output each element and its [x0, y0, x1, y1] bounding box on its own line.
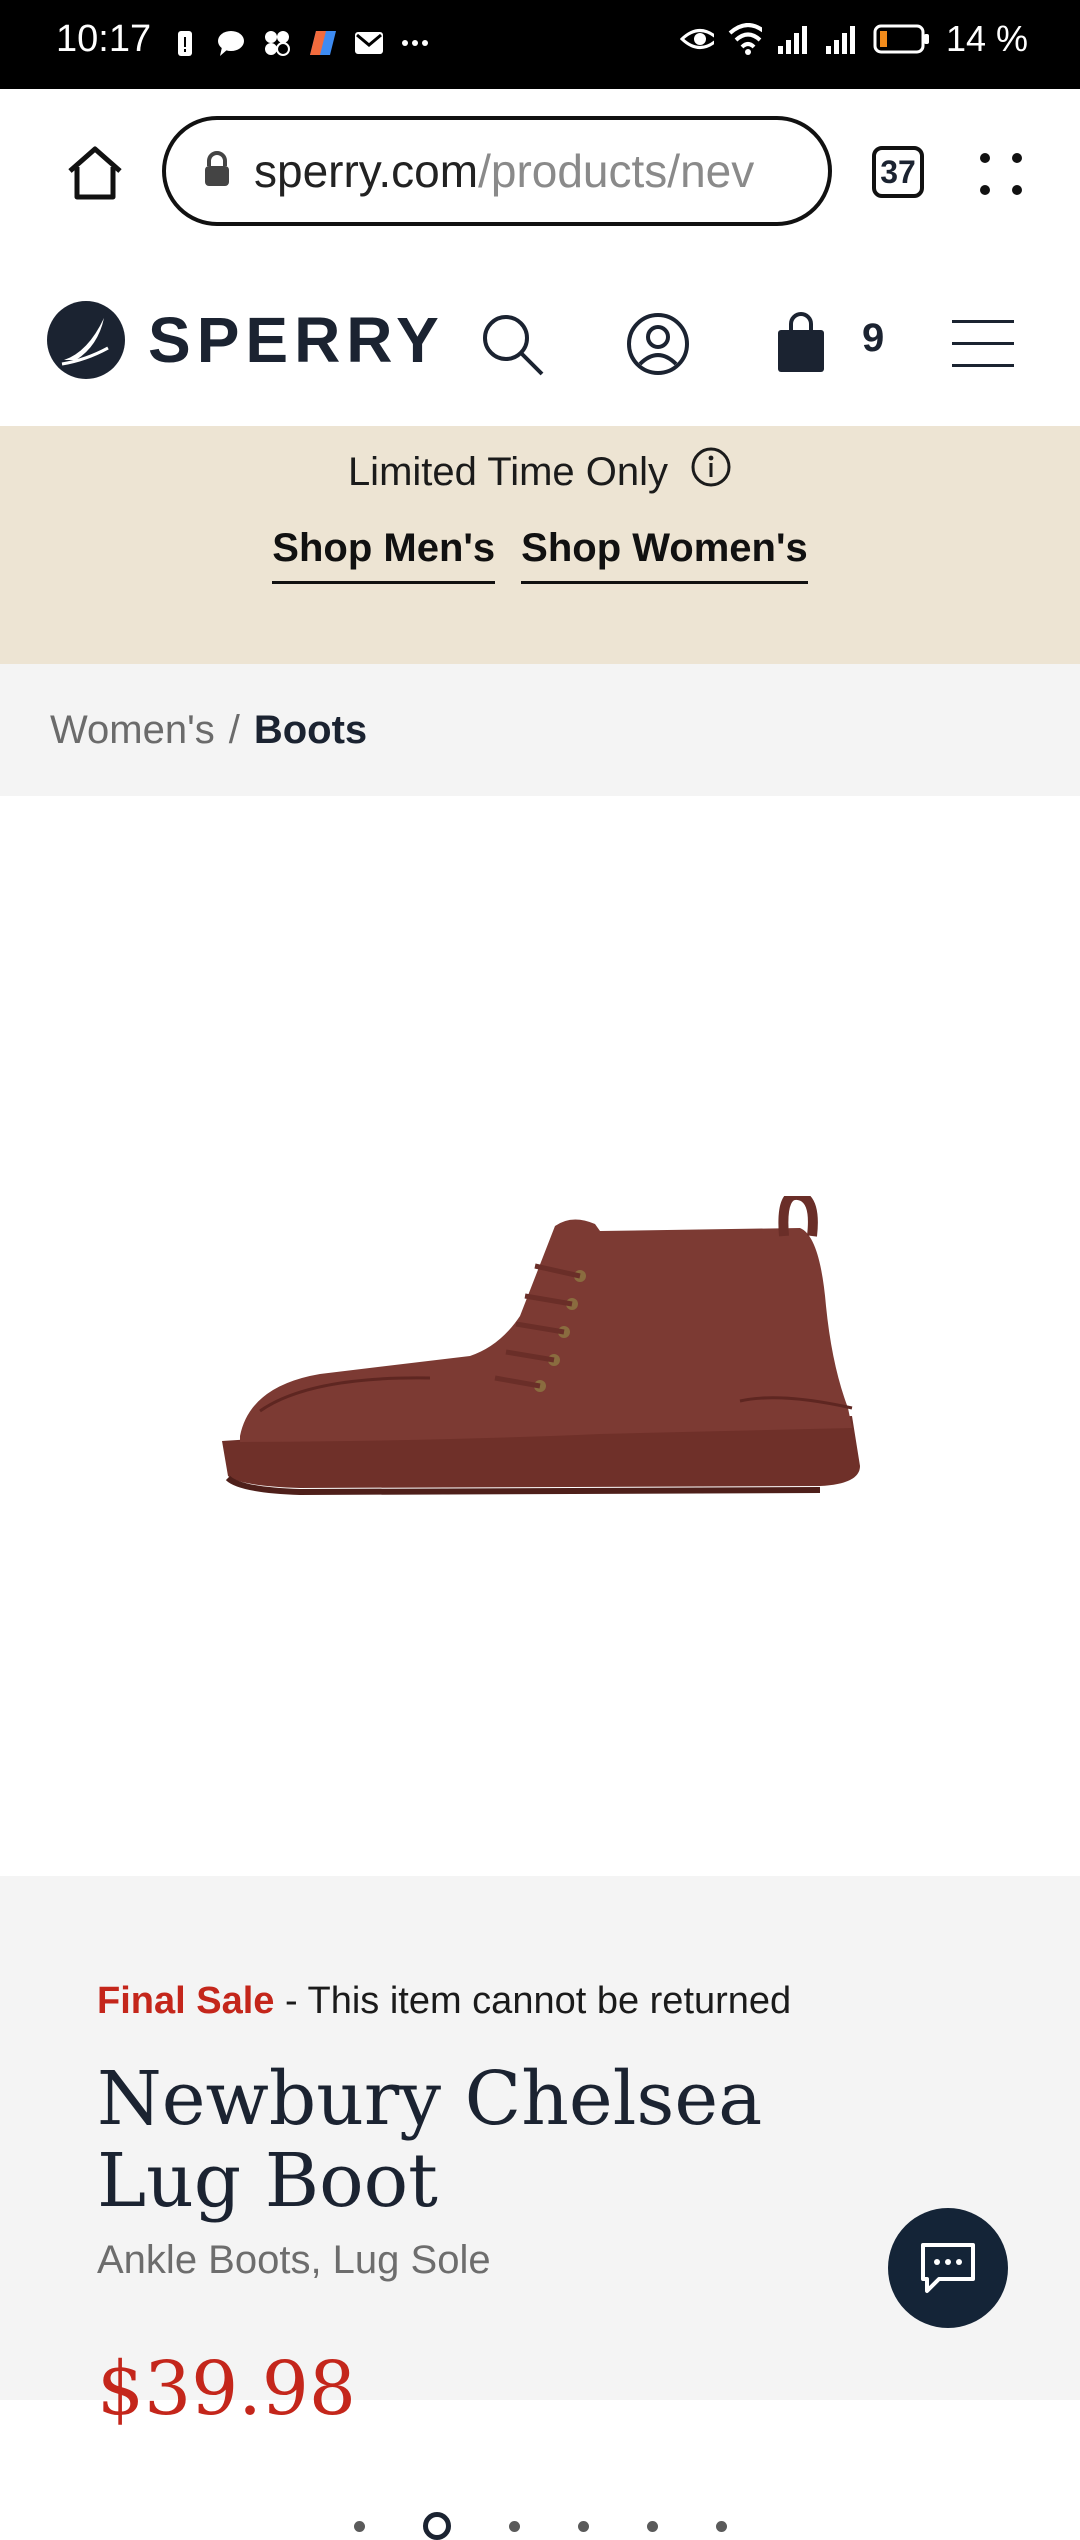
carousel-dots [0, 2512, 1080, 2540]
tab-switcher-button[interactable]: 37 [872, 146, 924, 198]
signal-icon-1 [776, 22, 810, 56]
info-icon[interactable] [690, 446, 732, 498]
final-sale-note: - This item cannot be returned [274, 1980, 792, 2022]
eye-icon [679, 22, 714, 56]
final-sale-notice: Final Sale - This item cannot be returne… [97, 1980, 791, 2023]
account-icon[interactable] [626, 312, 690, 381]
product-price: $39.98 [97, 2346, 356, 2432]
battery-icon [872, 22, 932, 56]
status-time: 10:17 [56, 18, 152, 60]
boot-image [222, 1196, 860, 1496]
carousel-dot[interactable] [353, 2520, 365, 2532]
final-sale-label: Final Sale [97, 1980, 275, 2022]
hamburger-menu-icon[interactable] [952, 318, 1014, 375]
chat-button[interactable] [888, 2208, 1008, 2328]
promo-title: Limited Time Only [347, 449, 669, 494]
shop-womens-link[interactable]: Shop Women's [521, 526, 808, 584]
carousel-dot[interactable] [646, 2520, 658, 2532]
product-gallery[interactable] [0, 796, 1080, 2540]
notification-icons [168, 26, 432, 60]
carousel-dot-active[interactable] [422, 2512, 451, 2540]
status-right: 14 % [679, 18, 1028, 60]
product-title: Newbury Chelsea Lug Boot [97, 2056, 763, 2224]
message-icon [214, 26, 248, 60]
more-notifications-icon [398, 26, 432, 60]
search-icon[interactable] [480, 312, 546, 383]
carousel-dot[interactable] [715, 2520, 727, 2532]
breadcrumb-current: Boots [253, 707, 368, 752]
battery-alert-icon [168, 26, 202, 60]
promo-banner: Limited Time Only Shop Men's Shop Women'… [0, 426, 1080, 664]
app-logo-icon [306, 26, 340, 60]
status-bar: 10:17 14 % [0, 0, 1080, 89]
battery-percent: 14 % [945, 18, 1028, 59]
browser-menu-icon[interactable] [976, 149, 1026, 204]
mail-icon [352, 26, 386, 60]
cart-count[interactable]: 9 [862, 316, 884, 361]
breadcrumb-separator: / [228, 707, 240, 752]
browser-toolbar: sperry.com/products/nev 37 [0, 89, 1080, 264]
brand-logo[interactable]: SPERRY [46, 300, 445, 380]
shop-mens-link[interactable]: Shop Men's [272, 526, 496, 584]
home-icon[interactable] [64, 143, 126, 208]
address-bar[interactable]: sperry.com/products/nev [162, 116, 832, 226]
product-info: Final Sale - This item cannot be returne… [0, 1876, 1080, 2432]
chat-icon [921, 2243, 975, 2293]
wifi-icon [728, 22, 762, 56]
breadcrumb-womens-link[interactable]: Women's [50, 708, 215, 753]
promo-links: Shop Men's Shop Women's [0, 526, 1080, 584]
sperry-logo-icon [47, 301, 125, 379]
product-subtitle: Ankle Boots, Lug Sole [97, 2238, 491, 2282]
promo-title-row: Limited Time Only [0, 446, 1080, 498]
lock-icon [202, 150, 232, 193]
signal-icon-2 [824, 22, 858, 56]
breadcrumb: Women's / Boots [0, 664, 1080, 796]
carousel-dot[interactable] [508, 2520, 520, 2532]
site-header: SPERRY 9 [0, 264, 1080, 427]
url-text: sperry.com/products/nev [254, 145, 755, 197]
cart-bag-icon[interactable] [776, 312, 826, 379]
app-cluster-icon [260, 26, 294, 60]
brand-name: SPERRY [148, 304, 445, 376]
carousel-dot[interactable] [577, 2520, 589, 2532]
